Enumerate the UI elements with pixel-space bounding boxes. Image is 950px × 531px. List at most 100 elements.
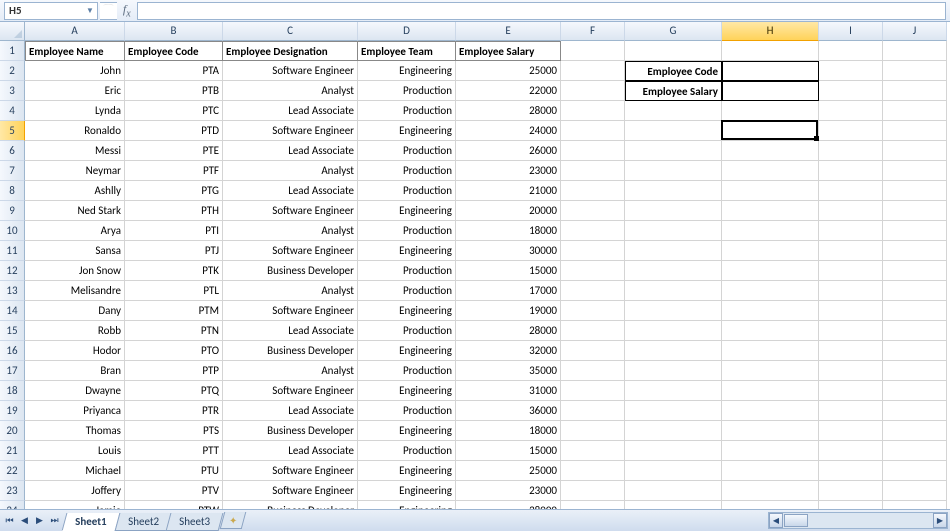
cell-I21[interactable]: [819, 441, 883, 461]
cell-C8[interactable]: Lead Associate: [223, 181, 358, 201]
cell-G17[interactable]: [625, 361, 722, 381]
cell-C23[interactable]: Software Engineer: [223, 481, 358, 501]
cell-J4[interactable]: [883, 101, 947, 121]
cell-D10[interactable]: Production: [358, 221, 456, 241]
cell-J21[interactable]: [883, 441, 947, 461]
cell-G6[interactable]: [625, 141, 722, 161]
cell-A5[interactable]: Ronaldo: [25, 121, 125, 141]
cell-H10[interactable]: [722, 221, 819, 241]
row-header-3[interactable]: 3: [0, 81, 25, 101]
cell-H23[interactable]: [722, 481, 819, 501]
cell-G7[interactable]: [625, 161, 722, 181]
cell-D1[interactable]: Employee Team: [358, 41, 456, 61]
cell-J22[interactable]: [883, 461, 947, 481]
cell-A3[interactable]: Eric: [25, 81, 125, 101]
cell-B4[interactable]: PTC: [125, 101, 223, 121]
row-header-10[interactable]: 10: [0, 221, 25, 241]
cell-I3[interactable]: [819, 81, 883, 101]
cell-E10[interactable]: 18000: [456, 221, 561, 241]
cell-A6[interactable]: Messi: [25, 141, 125, 161]
cell-E1[interactable]: Employee Salary: [456, 41, 561, 61]
name-box[interactable]: H5: [5, 4, 83, 17]
cell-F21[interactable]: [561, 441, 625, 461]
name-box-dropdown-icon[interactable]: ▼: [83, 6, 97, 16]
cell-J23[interactable]: [883, 481, 947, 501]
cell-I8[interactable]: [819, 181, 883, 201]
cell-E21[interactable]: 15000: [456, 441, 561, 461]
cell-G10[interactable]: [625, 221, 722, 241]
cell-F3[interactable]: [561, 81, 625, 101]
cell-A19[interactable]: Priyanca: [25, 401, 125, 421]
cell-F14[interactable]: [561, 301, 625, 321]
cell-B2[interactable]: PTA: [125, 61, 223, 81]
cell-E8[interactable]: 21000: [456, 181, 561, 201]
cell-B22[interactable]: PTU: [125, 461, 223, 481]
cell-F20[interactable]: [561, 421, 625, 441]
sheet-tab-sheet2[interactable]: Sheet2: [114, 513, 172, 531]
cell-B15[interactable]: PTN: [125, 321, 223, 341]
cell-I14[interactable]: [819, 301, 883, 321]
cell-J10[interactable]: [883, 221, 947, 241]
cell-I10[interactable]: [819, 221, 883, 241]
cell-F19[interactable]: [561, 401, 625, 421]
cell-D21[interactable]: Production: [358, 441, 456, 461]
col-header-G[interactable]: G: [625, 22, 722, 41]
cell-H1[interactable]: [722, 41, 819, 61]
cell-D14[interactable]: Engineering: [358, 301, 456, 321]
cell-E7[interactable]: 23000: [456, 161, 561, 181]
cell-D19[interactable]: Production: [358, 401, 456, 421]
prev-sheet-button[interactable]: ◀: [17, 513, 32, 529]
cell-D18[interactable]: Engineering: [358, 381, 456, 401]
cell-F18[interactable]: [561, 381, 625, 401]
cell-F10[interactable]: [561, 221, 625, 241]
sheet-tab-sheet3[interactable]: Sheet3: [166, 513, 224, 531]
cell-A22[interactable]: Michael: [25, 461, 125, 481]
col-header-A[interactable]: A: [25, 22, 125, 41]
cells-area[interactable]: Employee NameEmployee CodeEmployee Desig…: [25, 41, 950, 509]
cell-G3[interactable]: Employee Salary: [625, 81, 722, 101]
row-header-1[interactable]: 1: [0, 41, 25, 61]
cell-C12[interactable]: Business Developer: [223, 261, 358, 281]
row-header-17[interactable]: 17: [0, 361, 25, 381]
cell-A24[interactable]: Jamie: [25, 501, 125, 509]
cell-G21[interactable]: [625, 441, 722, 461]
cell-B9[interactable]: PTH: [125, 201, 223, 221]
cell-B16[interactable]: PTO: [125, 341, 223, 361]
cell-G5[interactable]: [625, 121, 722, 141]
cell-D9[interactable]: Engineering: [358, 201, 456, 221]
horizontal-scrollbar[interactable]: ◀ ▶: [768, 512, 948, 529]
cell-J17[interactable]: [883, 361, 947, 381]
row-header-18[interactable]: 18: [0, 381, 25, 401]
cell-I11[interactable]: [819, 241, 883, 261]
cell-J14[interactable]: [883, 301, 947, 321]
cell-C17[interactable]: Analyst: [223, 361, 358, 381]
cell-A20[interactable]: Thomas: [25, 421, 125, 441]
cell-I24[interactable]: [819, 501, 883, 509]
cell-J9[interactable]: [883, 201, 947, 221]
cell-J7[interactable]: [883, 161, 947, 181]
next-sheet-button[interactable]: ▶: [32, 513, 47, 529]
cell-D16[interactable]: Engineering: [358, 341, 456, 361]
scroll-left-button[interactable]: ◀: [769, 513, 783, 528]
cell-A11[interactable]: Sansa: [25, 241, 125, 261]
cell-B1[interactable]: Employee Code: [125, 41, 223, 61]
cell-H16[interactable]: [722, 341, 819, 361]
cell-D4[interactable]: Production: [358, 101, 456, 121]
cell-H13[interactable]: [722, 281, 819, 301]
cell-G18[interactable]: [625, 381, 722, 401]
cell-E22[interactable]: 25000: [456, 461, 561, 481]
cell-G15[interactable]: [625, 321, 722, 341]
cell-H8[interactable]: [722, 181, 819, 201]
cell-F22[interactable]: [561, 461, 625, 481]
select-all-corner[interactable]: [0, 22, 25, 41]
col-header-C[interactable]: C: [223, 22, 358, 41]
cell-E19[interactable]: 36000: [456, 401, 561, 421]
row-header-23[interactable]: 23: [0, 481, 25, 501]
cell-F16[interactable]: [561, 341, 625, 361]
cell-B17[interactable]: PTP: [125, 361, 223, 381]
cell-A18[interactable]: Dwayne: [25, 381, 125, 401]
cell-A15[interactable]: Robb: [25, 321, 125, 341]
row-header-21[interactable]: 21: [0, 441, 25, 461]
cell-B21[interactable]: PTT: [125, 441, 223, 461]
cell-D22[interactable]: Engineering: [358, 461, 456, 481]
